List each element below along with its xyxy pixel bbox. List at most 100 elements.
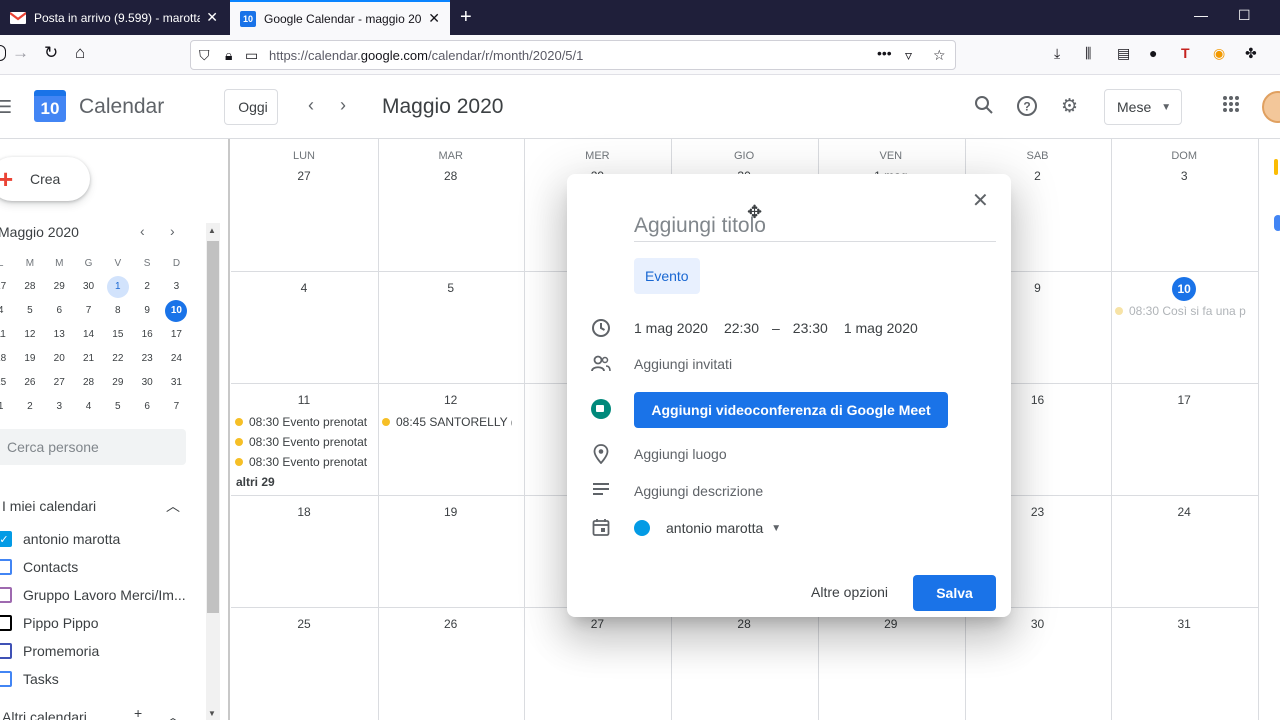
day-number[interactable]: 29 xyxy=(818,617,964,631)
calendar-list-item[interactable]: Promemoria xyxy=(0,637,99,665)
mini-day[interactable]: 25 xyxy=(0,371,15,395)
day-number[interactable]: 27 xyxy=(524,617,670,631)
day-number[interactable]: 26 xyxy=(378,617,524,631)
minimize-icon[interactable]: — xyxy=(1194,7,1208,23)
mini-day[interactable]: 27 xyxy=(45,371,74,395)
day-number[interactable]: 18 xyxy=(231,505,377,519)
pocket-icon[interactable]: ▿ xyxy=(905,47,912,64)
checkbox-icon[interactable] xyxy=(0,587,12,603)
collapse-icon[interactable]: ︿ xyxy=(166,496,180,516)
event-chip[interactable]: 08:30 Così si fa una p xyxy=(1115,304,1255,318)
mini-day[interactable]: 28 xyxy=(74,371,103,395)
day-number[interactable]: 28 xyxy=(671,617,817,631)
mini-day[interactable]: 2 xyxy=(132,275,161,299)
other-calendars-heading[interactable]: Altri calendari xyxy=(2,709,87,720)
help-icon[interactable]: ? xyxy=(1016,95,1038,123)
scroll-thumb[interactable] xyxy=(207,241,219,613)
extension-icon[interactable]: ✤ xyxy=(1245,45,1257,62)
settings-gear-icon[interactable]: ⚙ xyxy=(1061,95,1078,118)
downloads-icon[interactable]: ⤓ xyxy=(1054,45,1060,62)
more-options-button[interactable]: Altre opzioni xyxy=(811,584,888,600)
day-cell[interactable] xyxy=(231,139,378,271)
sidebar-scrollbar[interactable]: ▲ ▼ xyxy=(206,223,220,720)
day-number[interactable]: 10 xyxy=(1111,277,1257,301)
mini-day[interactable]: 31 xyxy=(162,371,191,395)
end-time[interactable]: 23:30 xyxy=(793,320,828,336)
mini-day[interactable]: 24 xyxy=(162,347,191,371)
day-number[interactable]: 31 xyxy=(1111,617,1257,631)
day-number[interactable]: 17 xyxy=(1111,393,1257,407)
page-actions-icon[interactable]: ••• xyxy=(877,45,892,61)
back-icon[interactable] xyxy=(0,45,6,61)
mini-day[interactable]: 22 xyxy=(103,347,132,371)
mini-day[interactable]: 10 xyxy=(162,299,191,323)
calendar-selector[interactable]: antonio marotta ▼ xyxy=(634,516,781,540)
mini-day[interactable]: 23 xyxy=(132,347,161,371)
add-description-field[interactable]: Aggiungi descrizione xyxy=(634,479,763,503)
day-number[interactable]: 19 xyxy=(378,505,524,519)
sidebar-icon[interactable]: ▤ xyxy=(1117,45,1130,62)
day-number[interactable]: 25 xyxy=(231,617,377,631)
mini-day[interactable]: 13 xyxy=(45,323,74,347)
mini-day[interactable]: 4 xyxy=(0,299,15,323)
mini-day[interactable]: 16 xyxy=(132,323,161,347)
close-tab-icon[interactable]: ✕ xyxy=(206,9,218,26)
event-type-chip[interactable]: Evento xyxy=(634,258,700,294)
mini-day[interactable]: 6 xyxy=(132,395,161,419)
day-cell[interactable] xyxy=(378,139,525,271)
mini-prev-icon[interactable]: ‹ xyxy=(140,223,145,239)
day-number[interactable]: 4 xyxy=(231,281,377,295)
day-number[interactable]: 11 xyxy=(231,393,377,407)
add-meet-button[interactable]: Aggiungi videoconferenza di Google Meet xyxy=(634,392,948,428)
checkbox-icon[interactable] xyxy=(0,615,12,631)
checkbox-checked-icon[interactable]: ✓ xyxy=(0,531,12,547)
start-date[interactable]: 1 mag 2020 xyxy=(634,320,708,336)
previous-month-icon[interactable]: ‹ xyxy=(308,95,314,116)
mini-day[interactable]: 9 xyxy=(132,299,161,323)
reload-icon[interactable]: ↻ xyxy=(44,43,58,63)
mini-day[interactable]: 17 xyxy=(162,323,191,347)
day-cell[interactable] xyxy=(1111,139,1258,271)
event-title-input[interactable]: Aggiungi titolo xyxy=(634,210,996,242)
mini-day[interactable]: 27 xyxy=(0,275,15,299)
lock-icon[interactable]: 🔒︎ xyxy=(225,47,232,64)
account-icon[interactable]: ● xyxy=(1149,45,1157,61)
mini-day[interactable]: 2 xyxy=(15,395,44,419)
day-number[interactable]: 5 xyxy=(378,281,524,295)
calendar-list-item[interactable]: Gruppo Lavoro Merci/Im... xyxy=(0,581,186,609)
new-tab-icon[interactable]: + xyxy=(460,6,472,29)
create-button[interactable]: + Crea xyxy=(0,157,90,201)
library-icon[interactable]: ⫼ xyxy=(1085,45,1091,62)
mini-day[interactable]: 3 xyxy=(162,275,191,299)
extension-c-icon[interactable]: ◉ xyxy=(1213,45,1225,62)
scroll-up-icon[interactable]: ▲ xyxy=(208,226,216,235)
extension-t-icon[interactable]: T xyxy=(1181,45,1190,61)
mini-day[interactable]: 14 xyxy=(74,323,103,347)
search-people-input[interactable]: Cerca persone xyxy=(0,429,186,465)
tab-calendar[interactable]: 10 Google Calendar - maggio 2020 ✕ xyxy=(230,0,450,35)
next-month-icon[interactable]: › xyxy=(340,95,346,116)
today-button[interactable]: Oggi xyxy=(224,89,278,125)
url-bar[interactable]: ⛉ 🔒︎ ▭ https://calendar. google.com/calen… xyxy=(190,40,956,70)
day-number[interactable]: 12 xyxy=(378,393,524,407)
mini-day[interactable]: 19 xyxy=(15,347,44,371)
start-time[interactable]: 22:30 xyxy=(724,320,759,336)
day-number[interactable]: 3 xyxy=(1111,169,1257,183)
tasks-icon[interactable] xyxy=(1274,215,1280,231)
mini-day[interactable]: 6 xyxy=(45,299,74,323)
maximize-icon[interactable]: ☐ xyxy=(1238,7,1251,24)
mini-day[interactable]: 26 xyxy=(15,371,44,395)
checkbox-icon[interactable] xyxy=(0,559,12,575)
mini-day[interactable]: 5 xyxy=(15,299,44,323)
mini-day[interactable]: 7 xyxy=(162,395,191,419)
mini-day[interactable]: 1 xyxy=(0,395,15,419)
mini-day[interactable]: 20 xyxy=(45,347,74,371)
keep-icon[interactable] xyxy=(1274,159,1278,175)
avatar[interactable] xyxy=(1262,91,1280,123)
collapse-icon[interactable]: ︿ xyxy=(166,707,180,720)
add-calendar-icon[interactable]: + xyxy=(134,705,142,720)
day-number[interactable]: 30 xyxy=(965,617,1111,631)
event-chip[interactable]: 08:30 Evento prenotat xyxy=(235,435,375,449)
mini-day[interactable]: 3 xyxy=(45,395,74,419)
day-number[interactable]: 27 xyxy=(231,169,377,183)
